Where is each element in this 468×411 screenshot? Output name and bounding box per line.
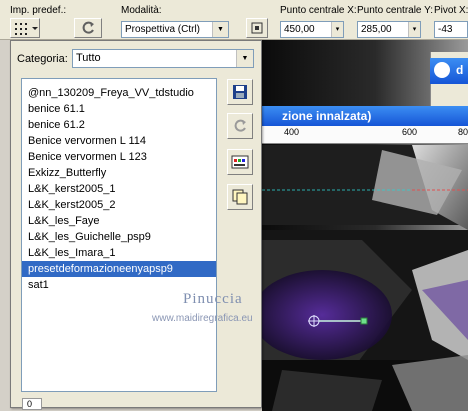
center-y-value: 285,00 [361, 24, 392, 35]
mode-label: Modalità: [121, 5, 162, 16]
list-item[interactable]: Benice vervormen L 123 [22, 149, 216, 165]
preset-dropdown[interactable] [10, 18, 40, 38]
copy-icon [232, 189, 248, 205]
reset-icon [82, 21, 94, 34]
chevron-down-icon[interactable]: ▼ [212, 22, 228, 37]
center-y-input[interactable]: 285,00 ▾ [357, 21, 421, 38]
ruler-label: 800 [458, 127, 468, 137]
mode-select[interactable]: Prospettiva (Ctrl) ▼ [121, 21, 229, 38]
list-item[interactable]: Exkizz_Butterfly [22, 165, 216, 181]
list-item[interactable]: Benice vervormen L 114 [22, 133, 216, 149]
background-window-title: d [456, 63, 464, 77]
edit-preset-button[interactable] [227, 149, 253, 175]
background-window-titlebar[interactable]: d [430, 58, 468, 84]
copy-preset-button[interactable] [227, 184, 253, 210]
ruler-label: 400 [284, 127, 300, 137]
watermark-url: www.maidiregrafica.eu [152, 313, 253, 324]
center-x-input[interactable]: 450,00 ▾ [280, 21, 344, 38]
pivot-x-input[interactable]: -43 [434, 21, 468, 38]
list-item[interactable]: L&K_les_Faye [22, 213, 216, 229]
preset-edit-icon [231, 155, 249, 169]
list-item[interactable]: L&K_les_Guichelle_psp9 [22, 229, 216, 245]
pivot-x-label: Pivot X: [434, 5, 468, 16]
list-item[interactable]: L&K_kerst2005_2 [22, 197, 216, 213]
undo-icon [234, 119, 246, 132]
restore-button[interactable] [227, 113, 253, 139]
ruler-label: 600 [402, 127, 418, 137]
save-icon [233, 85, 247, 99]
watermark-title: Pinuccia [183, 291, 243, 307]
image-window-title[interactable]: zione innalzata) [262, 106, 468, 126]
center-x-value: 450,00 [284, 24, 315, 35]
center-x-label: Punto centrale X: [280, 5, 357, 16]
spinner-icon[interactable]: ▾ [331, 22, 343, 37]
category-select-value: Tutto [76, 52, 101, 64]
list-item[interactable]: L&K_les_Imara_1 [22, 245, 216, 261]
list-item-selected[interactable]: presetdeformazioneenyapsp9 [22, 261, 216, 277]
category-select[interactable]: Tutto ▼ [72, 49, 254, 68]
center-point-button[interactable] [246, 18, 268, 38]
horizontal-ruler: 400 600 800 [262, 126, 468, 144]
preset-list[interactable]: @nn_130209_Freya_VV_tdstudio benice 61.1… [21, 78, 217, 392]
list-item[interactable]: @nn_130209_Freya_VV_tdstudio [22, 85, 216, 101]
crop-icon [251, 22, 263, 34]
chevron-down-icon[interactable]: ▼ [236, 50, 253, 67]
mode-select-value: Prospettiva (Ctrl) [125, 24, 201, 35]
app-icon [434, 62, 450, 78]
center-y-label: Punto centrale Y: [357, 5, 433, 16]
preset-label: Imp. predef.: [10, 5, 67, 16]
category-label: Categoria: [17, 53, 68, 65]
list-item[interactable]: benice 61.1 [22, 101, 216, 117]
list-item[interactable]: L&K_kerst2005_1 [22, 181, 216, 197]
preset-grid-icon [15, 23, 38, 35]
save-preset-button[interactable] [227, 79, 253, 105]
tool-options-bar: Imp. predef.: Modalità: Prospettiva (Ctr… [0, 0, 468, 40]
list-item[interactable]: benice 61.2 [22, 117, 216, 133]
deform-handle[interactable] [305, 313, 375, 329]
reset-button[interactable] [74, 18, 102, 38]
status-field: 0 [22, 398, 42, 410]
pivot-x-value: -43 [438, 24, 453, 35]
spinner-icon[interactable]: ▾ [408, 22, 420, 37]
